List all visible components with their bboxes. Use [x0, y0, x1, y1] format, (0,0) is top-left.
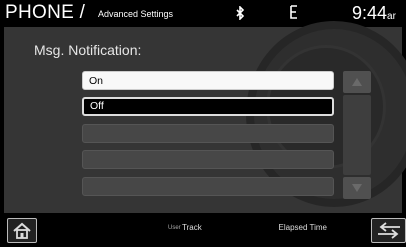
- empty-row: [82, 150, 334, 169]
- option-off[interactable]: Off: [82, 97, 334, 116]
- scroll-down-button[interactable]: [343, 177, 371, 199]
- arrow-up-icon: [352, 78, 362, 86]
- elapsed-time-label: Elapsed Time: [278, 223, 327, 232]
- scroll-track[interactable]: [343, 95, 371, 175]
- option-on[interactable]: On: [82, 71, 334, 90]
- back-button[interactable]: [371, 218, 406, 243]
- panel-heading: Msg. Notification:: [34, 42, 142, 58]
- empty-row: [82, 177, 334, 196]
- phone-signal-icon: [289, 4, 299, 24]
- bluetooth-icon: [235, 5, 245, 23]
- back-arrow-icon: [378, 222, 400, 239]
- option-off-label: Off: [90, 100, 104, 112]
- bottom-bar: User Track Elapsed Time: [0, 214, 406, 247]
- clock-time: 9:44: [352, 3, 388, 23]
- user-label: User: [168, 225, 181, 231]
- clock-ampm: ar: [387, 11, 396, 22]
- arrow-down-icon: [352, 184, 362, 192]
- clock: 9:44ar: [352, 3, 396, 24]
- empty-row: [82, 124, 334, 143]
- track-label: Track: [182, 223, 202, 232]
- screen-subtitle: Advanced Settings: [98, 9, 174, 19]
- screen-title: PHONE /: [5, 2, 86, 23]
- home-icon: [13, 222, 31, 239]
- option-on-label: On: [89, 75, 104, 87]
- scroll-up-button[interactable]: [343, 71, 371, 93]
- home-button[interactable]: [7, 218, 37, 243]
